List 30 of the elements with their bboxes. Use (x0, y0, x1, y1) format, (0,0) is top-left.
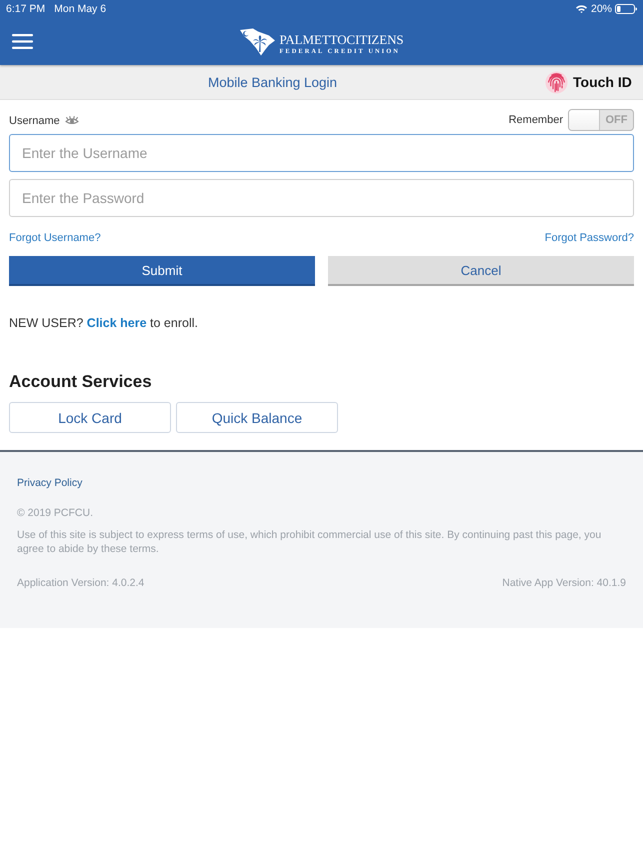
status-date: Mon May 6 (54, 2, 106, 16)
cancel-button[interactable]: Cancel (328, 256, 634, 286)
submit-button[interactable]: Submit (9, 256, 315, 286)
service-button[interactable]: Quick Balance (176, 402, 338, 433)
menu-icon[interactable] (12, 34, 33, 49)
fingerprint-icon (545, 70, 568, 94)
native-version-text: Native App Version: 40.1.9 (502, 576, 626, 590)
terms-text: Use of this site is subject to express terms of use, which prohibit commercial use of this site. By continuing past this page, you agree to abide by these terms. (17, 528, 602, 556)
eye-icon[interactable] (64, 116, 80, 124)
app-version-text: Application Version: 4.0.2.4 (17, 576, 144, 590)
battery-icon (615, 4, 637, 14)
forgot-link[interactable]: Forgot Password? (544, 232, 634, 244)
forgot-link[interactable]: Forgot Username? (9, 232, 101, 244)
service-button[interactable]: Lock Card (9, 402, 171, 433)
username-field[interactable]: Enter the Username (9, 134, 634, 172)
page-title: Mobile Banking Login (208, 74, 338, 90)
enroll-text: NEW USER? Click here to enroll. (9, 316, 198, 330)
battery-percent: 20% (590, 2, 612, 16)
section-title: Account Services (9, 373, 152, 391)
remember-label: Remember (508, 114, 563, 126)
password-field[interactable]: Enter the Password (9, 179, 634, 217)
touch-id-button[interactable]: Touch ID (545, 70, 643, 94)
username-label: Username (9, 114, 60, 128)
wifi-icon (576, 5, 587, 13)
status-time: 6:17 PM (6, 2, 46, 16)
enroll-link[interactable]: Click here (86, 316, 147, 330)
palm-tree-emblem-icon (239, 28, 276, 56)
privacy-link[interactable]: Privacy Policy (17, 476, 82, 490)
copyright-text: © 2019 PCFCU. (17, 506, 94, 520)
logo-title: PALMETTOCITIZENS (279, 32, 404, 46)
